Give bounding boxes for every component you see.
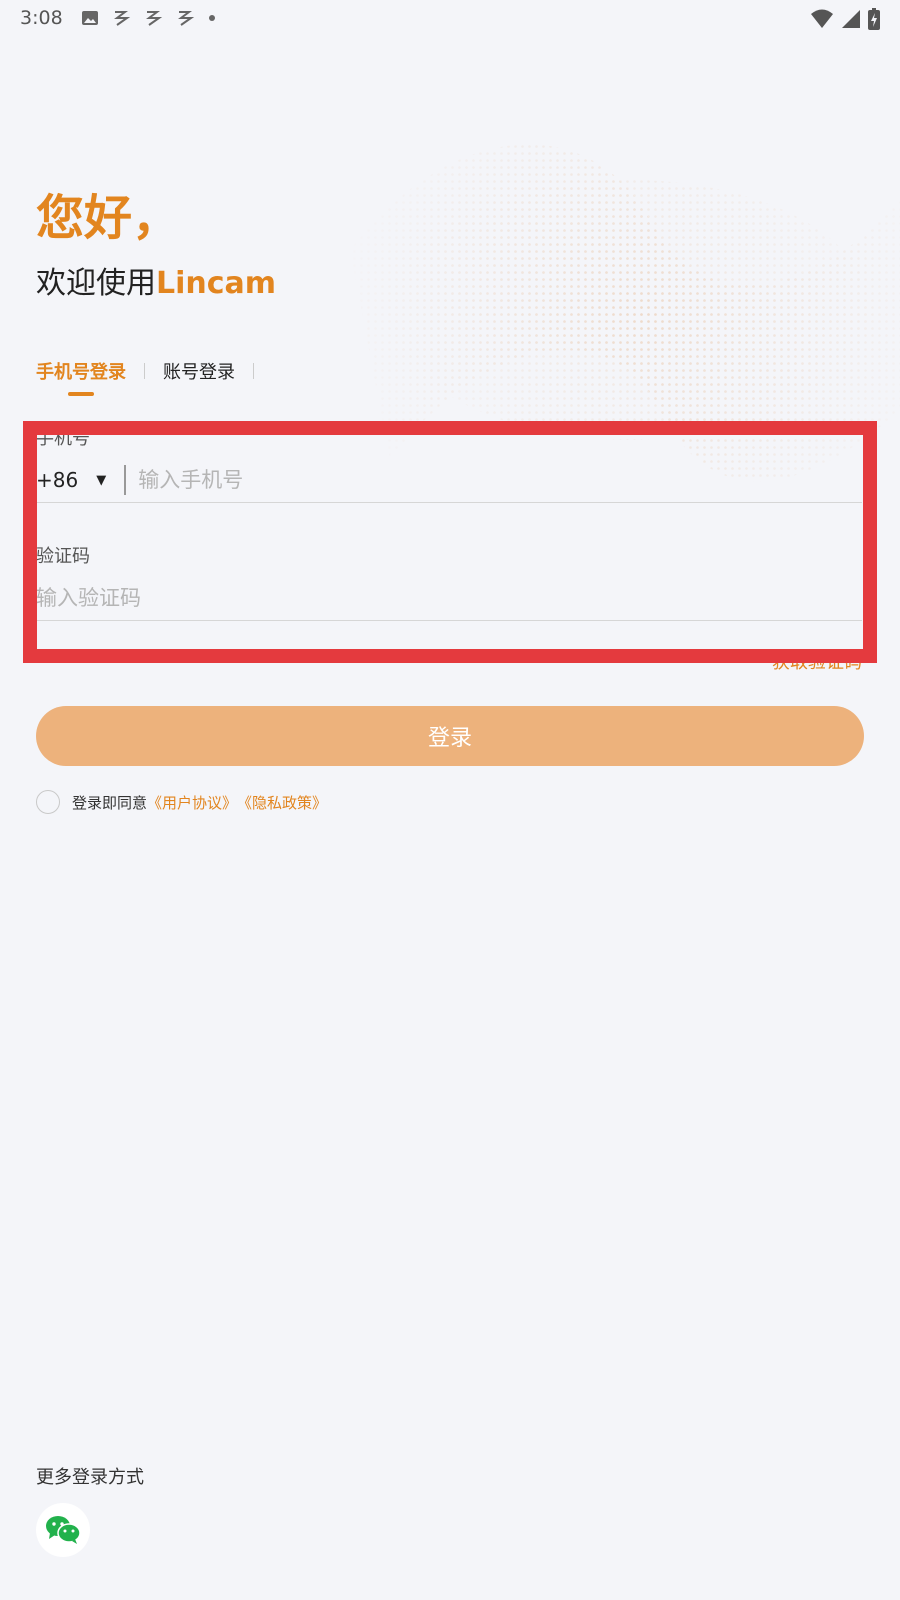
background-wave-pattern: [350, 144, 900, 482]
phone-input[interactable]: [138, 468, 739, 492]
code-label: 验证码: [36, 546, 90, 567]
country-code-select[interactable]: +86 ▼: [36, 468, 106, 492]
welcome-prefix: 欢迎使用: [36, 266, 156, 301]
login-button[interactable]: 登录: [36, 706, 864, 766]
tab-divider: [253, 363, 254, 379]
app-notify-icon: [177, 11, 194, 26]
phone-label: 手机号: [36, 428, 90, 449]
tab-divider: [144, 363, 145, 379]
app-notify-icon: [145, 11, 162, 26]
status-time: 3:08: [20, 7, 63, 29]
privacy-policy-link[interactable]: 《隐私政策》: [237, 792, 327, 813]
caret-down-icon: ▼: [96, 472, 107, 488]
wechat-icon: [46, 1516, 81, 1544]
agreement-checkbox[interactable]: [36, 790, 60, 814]
get-code-button[interactable]: 获取验证码: [772, 648, 862, 674]
brand-name: Lincam: [156, 266, 277, 301]
active-tab-indicator: [68, 392, 94, 396]
agreement-row: 登录即同意 《用户协议》 《隐私政策》: [36, 790, 327, 814]
more-login-label: 更多登录方式: [36, 1467, 144, 1488]
status-right-icons: [810, 8, 880, 30]
greeting-title: 您好，: [36, 190, 181, 246]
wechat-login-button[interactable]: [36, 1503, 90, 1557]
wifi-icon: [811, 9, 833, 28]
country-code-value: +86: [36, 468, 79, 492]
tab-label: 手机号登录: [36, 362, 126, 383]
signal-icon: [842, 10, 860, 28]
status-notification-icons: [81, 8, 217, 28]
phone-row: +86 ▼: [36, 458, 862, 502]
tab-phone-login[interactable]: 手机号登录: [36, 358, 126, 396]
code-input[interactable]: [36, 578, 736, 618]
tab-label: 账号登录: [163, 362, 235, 383]
app-notify-icon: [113, 11, 130, 26]
dot-icon: [208, 15, 215, 21]
tab-account-login[interactable]: 账号登录: [163, 358, 235, 396]
phone-underline: [36, 502, 862, 503]
agreement-prefix: 登录即同意: [72, 793, 148, 812]
user-agreement-link[interactable]: 《用户协议》: [147, 792, 237, 813]
status-bar: 3:08: [0, 0, 900, 36]
welcome-text: 欢迎使用Lincam: [36, 258, 276, 302]
image-icon: [81, 11, 98, 25]
code-underline: [36, 620, 862, 621]
login-tabs: 手机号登录 账号登录: [36, 358, 272, 396]
input-cursor-divider: [124, 465, 127, 495]
battery-charging-icon: [868, 8, 880, 30]
